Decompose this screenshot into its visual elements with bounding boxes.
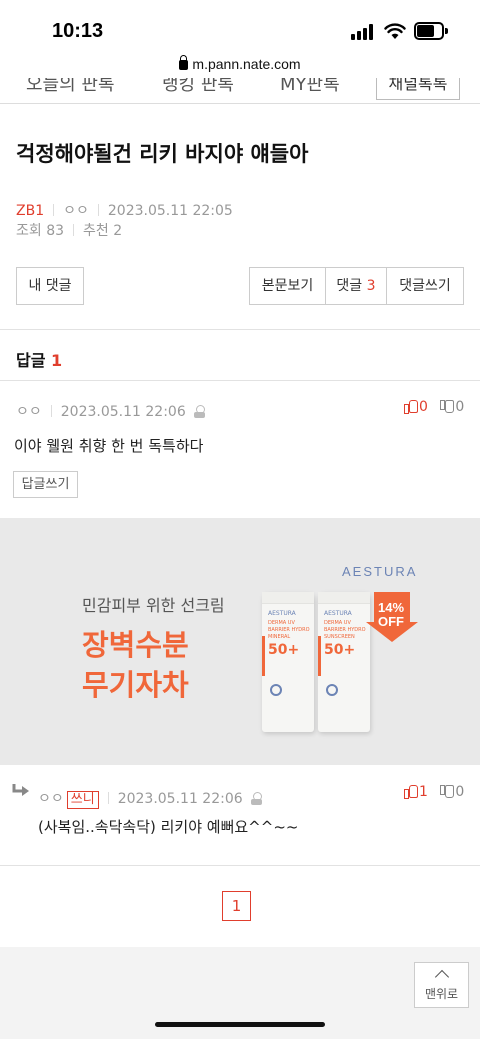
downvote-count: 0 bbox=[455, 784, 465, 800]
replies-count: 1 bbox=[51, 351, 63, 370]
ad-headline-2: 무기자차 bbox=[82, 668, 189, 702]
comment-date: 2023.05.11 22:06 bbox=[60, 404, 186, 420]
ad-brand-logo: AESTURA bbox=[342, 564, 418, 579]
chevron-up-icon bbox=[434, 969, 449, 985]
divider bbox=[0, 329, 480, 330]
tube-brand: AESTURA bbox=[268, 610, 296, 617]
comment-date: 2023.05.11 22:06 bbox=[117, 791, 243, 807]
downvote-button[interactable]: 0 bbox=[440, 399, 464, 415]
view-post-button[interactable]: 본문보기 bbox=[250, 268, 326, 304]
post-recommends: 추천 2 bbox=[83, 223, 123, 239]
lock-icon bbox=[179, 55, 189, 70]
tube-logo-icon bbox=[270, 684, 282, 696]
comments-label: 댓글 bbox=[336, 278, 363, 294]
upvote-count: 0 bbox=[419, 399, 428, 415]
address-bar[interactable]: m.pann.nate.com bbox=[0, 55, 480, 78]
post-action-buttons: 본문보기 댓글 3 댓글쓰기 bbox=[249, 267, 464, 305]
tab-ranking[interactable]: 랭킹 판톡 bbox=[162, 78, 234, 96]
comment-meta: ㅇㅇ 2023.05.11 22:06 bbox=[16, 401, 205, 421]
discount-badge: 14% OFF bbox=[366, 592, 418, 642]
comment-nick: ㅇㅇ bbox=[16, 404, 42, 420]
divider bbox=[0, 865, 480, 866]
write-comment-button[interactable]: 댓글쓰기 bbox=[387, 268, 463, 304]
product-tube: AESTURA DERMA UV BARRIER HYDRO SUNSCREEN 5… bbox=[318, 592, 370, 732]
divider bbox=[73, 224, 75, 236]
tube-logo-icon bbox=[326, 684, 338, 696]
discount-percent: 14% bbox=[378, 600, 405, 615]
tab-my[interactable]: MY판톡 bbox=[280, 78, 340, 96]
comment-votes: 0 0 bbox=[404, 399, 464, 415]
scroll-top-label: 맨위로 bbox=[424, 987, 459, 1001]
channel-tabs: 오늘의 판톡 랭킹 판톡 MY판톡 채널톡톡 bbox=[0, 78, 480, 104]
tube-label: DERMA UV BARRIER HYDRO SUNSCREEN bbox=[324, 620, 366, 640]
report-user-icon[interactable] bbox=[250, 792, 262, 805]
page-1-button[interactable]: 1 bbox=[222, 891, 251, 921]
discount-off: OFF bbox=[378, 614, 404, 629]
reply-button[interactable]: 답글쓰기 bbox=[13, 471, 78, 498]
comments-count: 3 bbox=[366, 278, 376, 294]
product-tube: AESTURA DERMA UV BARRIER HYDRO MINERAL 50+ bbox=[262, 592, 314, 732]
status-bar: 10:13 bbox=[0, 0, 480, 56]
downvote-button[interactable]: 0 bbox=[440, 784, 464, 800]
cellular-signal-icon bbox=[351, 24, 375, 40]
tube-spf: 50+ bbox=[268, 642, 300, 658]
replies-header: 답글 1 bbox=[16, 347, 62, 371]
ad-headline-1: 장벽수분 bbox=[82, 628, 189, 662]
thumb-up-icon bbox=[404, 785, 418, 799]
author-badge: 쓰니 bbox=[66, 791, 99, 809]
divider bbox=[97, 204, 99, 216]
tube-label: DERMA UV BARRIER HYDRO MINERAL bbox=[268, 620, 310, 640]
scroll-top-button[interactable]: 맨위로 bbox=[414, 962, 469, 1008]
post-date: 2023.05.11 22:05 bbox=[107, 203, 233, 219]
upvote-button[interactable]: 1 bbox=[404, 784, 428, 800]
report-user-icon[interactable] bbox=[193, 405, 205, 418]
thumb-down-icon bbox=[440, 400, 455, 413]
tab-channel[interactable]: 채널톡톡 bbox=[376, 78, 460, 100]
url-text: m.pann.nate.com bbox=[192, 56, 301, 72]
post-author[interactable]: ZB1 bbox=[16, 203, 44, 219]
comment-nick: ㅇㅇ bbox=[38, 791, 64, 807]
reply-arrow-icon bbox=[12, 784, 29, 796]
downvote-count: 0 bbox=[455, 399, 465, 415]
post-title: 걱정해야될건 리키 바지야 얘들아 bbox=[16, 142, 309, 166]
comment-votes: 1 0 bbox=[404, 784, 464, 800]
tube-brand: AESTURA bbox=[324, 610, 352, 617]
ad-subtitle: 민감피부 위한 선크림 bbox=[82, 596, 225, 615]
tab-today[interactable]: 오늘의 판톡 bbox=[26, 78, 115, 96]
comment-text: 이야 웰원 취향 한 번 독특하다 bbox=[14, 437, 204, 455]
my-comments-button[interactable]: 내 댓글 bbox=[16, 267, 84, 305]
wifi-icon bbox=[384, 23, 406, 39]
tube-spf: 50+ bbox=[324, 642, 356, 658]
divider bbox=[53, 204, 55, 216]
upvote-count: 1 bbox=[419, 784, 428, 800]
divider bbox=[107, 792, 109, 804]
post-views: 조회 83 bbox=[16, 223, 65, 239]
upvote-button[interactable]: 0 bbox=[404, 399, 428, 415]
post-stats: 조회 83 추천 2 bbox=[16, 220, 122, 240]
battery-icon bbox=[414, 22, 448, 40]
ad-banner[interactable]: 민감피부 위한 선크림 장벽수분 무기자차 AESTURA AESTURA DE… bbox=[0, 518, 480, 765]
comment-meta: ㅇㅇ 쓰니 2023.05.11 22:06 bbox=[38, 788, 262, 809]
post-nickname: ㅇㅇ bbox=[63, 203, 89, 219]
divider bbox=[50, 405, 52, 417]
replies-label: 답글 bbox=[16, 351, 46, 370]
home-indicator bbox=[155, 1022, 325, 1027]
status-time: 10:13 bbox=[52, 20, 104, 42]
thumb-down-icon bbox=[440, 785, 455, 798]
divider bbox=[0, 380, 480, 381]
thumb-up-icon bbox=[404, 400, 418, 414]
comment-text: (사복임..속닥속닥) 리키야 예뻐요^^~~ bbox=[38, 818, 299, 836]
comments-button[interactable]: 댓글 3 bbox=[326, 268, 387, 304]
post-meta: ZB1 ㅇㅇ 2023.05.11 22:05 bbox=[16, 200, 233, 220]
